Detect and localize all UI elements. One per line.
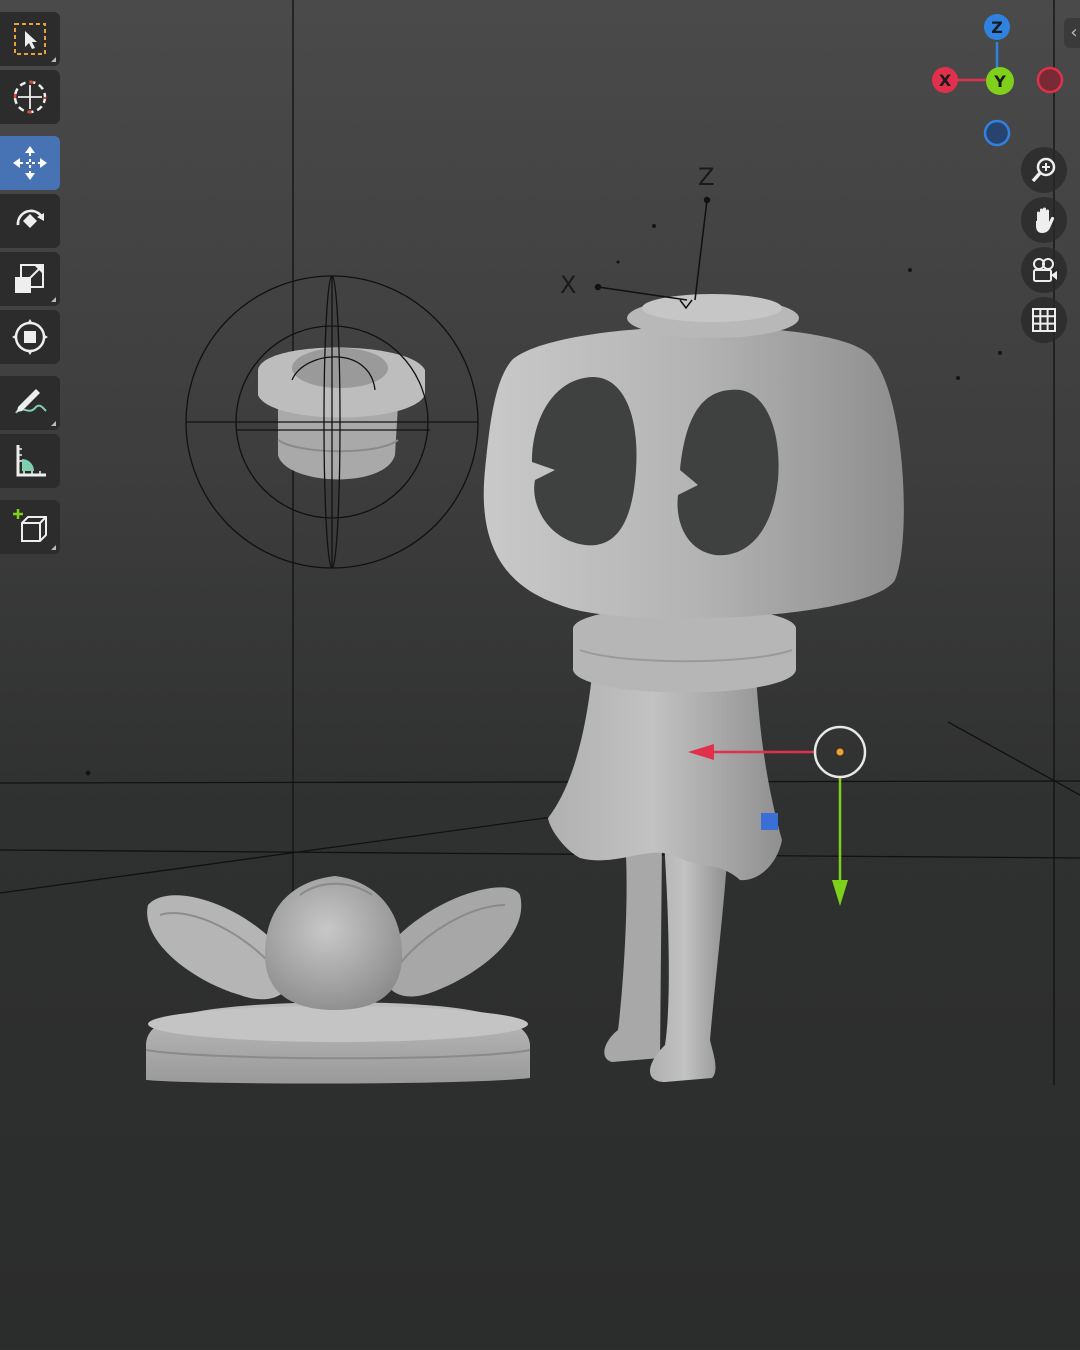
move-plane-handle[interactable] — [761, 813, 778, 830]
move-tool[interactable] — [0, 136, 60, 190]
flower-model[interactable] — [145, 876, 531, 1084]
object-axis-x-label: X — [560, 271, 576, 299]
add-cube-icon — [13, 509, 47, 542]
gizmo-y-label: Y — [993, 72, 1006, 91]
zoom-icon — [1031, 157, 1056, 183]
gizmo-neg-x-axis[interactable] — [1036, 66, 1064, 94]
select-box-icon — [14, 23, 46, 55]
character-model[interactable] — [483, 294, 904, 1082]
empty-gizmo[interactable] — [185, 275, 479, 569]
measure-icon — [16, 445, 46, 477]
transform-icon — [12, 319, 48, 355]
zoom-button[interactable] — [1021, 147, 1067, 193]
ortho-toggle-button[interactable] — [1021, 297, 1067, 343]
annotate-tool[interactable] — [0, 376, 60, 430]
floating-cup[interactable] — [258, 347, 425, 480]
object-axes — [594, 196, 711, 310]
scale-tool[interactable] — [0, 252, 60, 306]
3d-viewport[interactable]: Z X Z X Y ‹ — [0, 0, 1080, 1350]
camera-view-button[interactable] — [1021, 247, 1067, 293]
hand-icon — [1036, 207, 1055, 233]
add-cube-tool[interactable] — [0, 500, 60, 554]
scale-icon — [15, 264, 44, 293]
gizmo-x-label: X — [939, 71, 952, 90]
select-box-tool[interactable] — [0, 12, 60, 66]
rotate-tool[interactable] — [0, 194, 60, 248]
transform-tool[interactable] — [0, 310, 60, 364]
origin-point — [836, 748, 844, 756]
grid-icon — [1032, 308, 1056, 332]
cursor-icon — [13, 80, 47, 114]
move-icon — [13, 146, 47, 180]
gizmo-neg-z-axis[interactable] — [983, 119, 1011, 147]
rotate-icon — [16, 209, 44, 228]
move-y-arrow[interactable] — [832, 880, 848, 906]
annotate-icon — [15, 389, 47, 414]
cursor-tool[interactable] — [0, 70, 60, 124]
object-axis-z-label: Z — [698, 163, 714, 191]
camera-icon — [1033, 258, 1057, 282]
gizmo-z-label: Z — [991, 18, 1003, 37]
scene-canvas[interactable]: Z X Z X Y — [0, 0, 1080, 1350]
measure-tool[interactable] — [0, 434, 60, 488]
sidebar-toggle[interactable]: ‹ — [1064, 18, 1080, 48]
pan-button[interactable] — [1021, 197, 1067, 243]
